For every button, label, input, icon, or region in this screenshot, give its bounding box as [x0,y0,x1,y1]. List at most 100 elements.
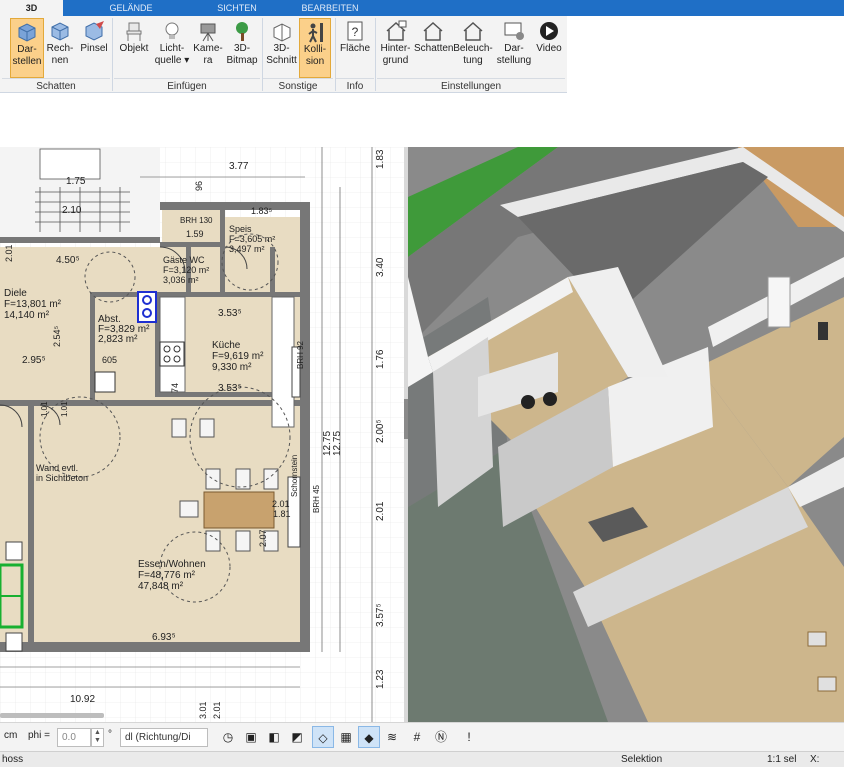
collision-label-1: Kolli- [303,44,327,55]
camera-label-2: ra [203,55,213,66]
phi-stepper[interactable]: ▲ ▼ [91,728,104,747]
dim-label: 2.07 [258,529,268,547]
3d-bitmap-button[interactable]: 3D- Bitmap [226,18,258,78]
room-area-f: F=48,776 m² [138,570,195,581]
collision-button[interactable]: Kolli-sion [299,18,331,78]
dim-label: 3.01 [198,701,208,719]
lighting-button[interactable]: Beleuch-tung [453,18,493,78]
section-cut-icon [273,23,290,42]
video-button[interactable]: Video [534,18,564,78]
plane-icon[interactable]: ◇ [312,726,334,748]
north-icon[interactable]: Ⓝ [430,726,452,748]
area-button[interactable]: ? Fläche [338,18,372,78]
background-label-2: grund [382,55,409,66]
tab-sichten[interactable]: SICHTEN [198,0,276,16]
3d-section-button[interactable]: 3D- Schnitt [265,18,298,78]
dim-label: 1.01 [40,401,49,417]
direction-select-value: dl (Richtung/Di [125,732,191,743]
room-name: Speis [229,224,252,234]
note-brh130: BRH 130 [180,216,213,225]
note-brh92: BRH 92 [296,340,305,369]
3d-section-label-1: 3D- [273,43,290,54]
dim-label: 6.93⁵ [152,632,176,643]
grid-icon[interactable]: # [406,726,428,748]
video-label: Video [536,43,562,54]
monitor-icon[interactable]: ▣ [240,726,262,748]
info-icon[interactable]: ǃ [458,726,480,748]
dim-label: 2.95⁵ [22,355,46,366]
dim-label: 1.83⁵ [251,206,273,216]
collision-person-icon [308,23,323,43]
object-button[interactable]: Objekt [116,18,152,78]
ribbon-separator [112,18,113,91]
status-mode: Selektion [621,754,663,765]
texture-icon[interactable]: ▦ [335,726,357,748]
dim-label: 2.01 [375,501,386,521]
ribbon-tab-bar: 3D GELÄNDE SICHTEN BEARBEITEN [0,0,844,16]
surface-icon[interactable]: ◆ [358,726,380,748]
background-button[interactable]: Hinter-grund [377,18,414,78]
shadow-button[interactable]: Schatten [414,18,454,78]
dim-label: 2.10 [62,205,82,216]
room-area: 3,497 m² [229,244,265,254]
ribbon-separator [375,18,376,91]
3d-bitmap-label-1: 3D- [233,43,251,54]
dim-label: 1.23 [375,669,386,689]
tab-gelaende[interactable]: GELÄNDE [92,0,170,16]
dim-label: 1.75 [66,176,86,187]
dim-label: 74 [170,382,180,393]
room-speis: Speis F=3,605 m² 3,497 m² [229,224,275,254]
phi-input[interactable]: 0.0 [57,728,91,747]
clock-icon[interactable]: ◷ [217,726,239,748]
chair-icon [126,22,142,41]
light-source-button[interactable]: Licht-quelle ▾ [154,18,190,78]
display-button[interactable]: Dar-stellen [10,18,44,78]
dim-label: 96 [194,180,204,191]
dim-label: 1.01 [60,401,69,417]
direction-select[interactable]: dl (Richtung/Di [120,728,208,747]
room-area-f: F=3,120 m² [163,265,210,275]
room-area: 3,036 m² [163,275,199,285]
compute-label-2: nen [51,55,69,66]
status-left-text: hoss [2,754,24,765]
note-wall: Wand evtl. in Sichtbeton [36,463,88,483]
camera-button[interactable]: Kame-ra [192,18,224,78]
collision-label-2: sion [305,56,325,67]
tab-3d[interactable]: 3D [0,0,63,16]
camera-label-1: Kame- [193,43,223,54]
dim-label: 1.59 [186,229,204,239]
compute-button[interactable]: Rech-nen [46,18,74,78]
status-x-label: X: [810,754,820,765]
compute-cube-icon [51,22,69,41]
monitor-settings-icon [504,22,524,40]
brush-button[interactable]: Pinsel [78,18,110,78]
plan-horizontal-scrollbar[interactable] [0,713,104,718]
note-chimney: Schornstein [290,454,299,497]
degree-label: ° [108,729,112,740]
room-name: Diele [4,288,27,299]
ribbon-empty-area [567,16,844,93]
display-settings-button[interactable]: Dar-stellung [494,18,534,78]
dim-label: 2.01 [212,701,222,719]
note-line: Wand evtl. [36,463,79,473]
dim-label: 1.76 [375,349,386,369]
room-abst: Abst. F=3,829 m² 2,823 m² [98,315,149,345]
room-area: 14,140 m² [4,310,50,321]
bottom-toolbar: cm phi = 0.0 ▲ ▼ ° dl (Richtung/Di ◷ ▣ ◧ … [0,722,844,751]
display-label-2: stellen [12,56,42,67]
layers-icon[interactable]: ◧ [263,726,285,748]
dim-label: 3.53⁵ [218,308,242,319]
floor-plan-view[interactable]: Diele F=13,801 m² 14,140 m² Abst. F=3,82… [0,147,404,722]
compute-label-1: Rech- [46,43,74,54]
palette-icon[interactable]: ◩ [286,726,308,748]
tab-bearbeiten[interactable]: BEARBEITEN [290,0,370,16]
3d-view[interactable] [408,147,844,722]
shadow-label: Schatten [414,43,454,54]
room-area-f: F=13,801 m² [4,299,61,310]
room-name: Essen/Wohnen [138,559,206,570]
stack-icon[interactable]: ≋ [381,726,403,748]
house-background-icon [386,20,406,41]
room-kueche: Küche F=9,619 m² 9,330 m² [212,340,263,373]
dim-label: 1.83 [375,149,386,169]
camera-icon [200,23,216,42]
